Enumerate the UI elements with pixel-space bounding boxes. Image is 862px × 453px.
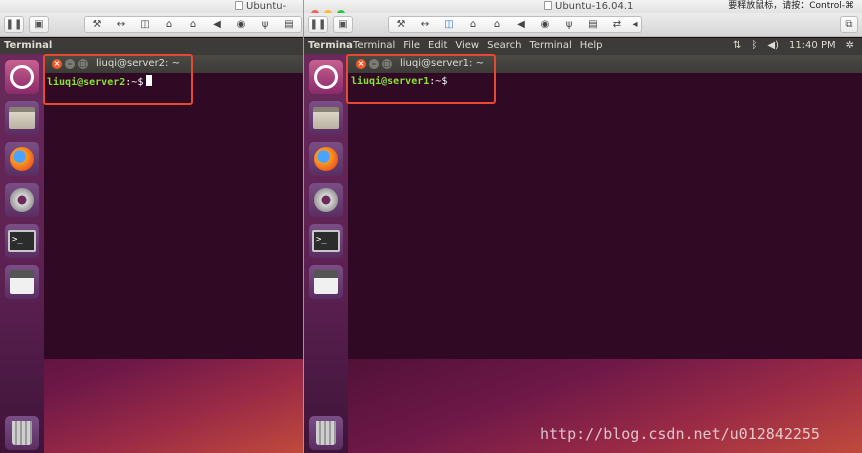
system-settings-icon[interactable]: [309, 183, 343, 217]
device-toolbar: ⚒ ↔ ◫ ⌂ ⌂ ◀ ◉ ψ ▤ ⇄ ◂: [388, 16, 642, 33]
network-arrows-icon[interactable]: ↔: [109, 17, 133, 32]
app-menu-bar: Terminal File Edit View Search Terminal …: [353, 38, 603, 54]
active-app-name: Terminal: [4, 40, 53, 51]
network-arrows-icon[interactable]: ↔: [413, 17, 437, 32]
cd-drive-icon[interactable]: ◫: [437, 17, 461, 32]
system-settings-icon[interactable]: [5, 183, 39, 217]
usb-icon[interactable]: ψ: [557, 17, 581, 32]
indicator-area: ⇅ ᛒ ◀) 11:40 PM ✲: [733, 38, 854, 54]
device-toolbar: ⚒ ↔ ◫ ⌂ ⌂ ◀ ◉ ψ ▤: [84, 16, 302, 33]
firefox-icon[interactable]: [5, 142, 39, 176]
bluetooth-icon[interactable]: ᛒ: [751, 38, 757, 54]
clock[interactable]: 11:40 PM: [789, 38, 836, 54]
more-arrow-icon[interactable]: ◂: [629, 17, 641, 32]
speaker-icon[interactable]: ◀: [205, 17, 229, 32]
camera-icon[interactable]: ◉: [229, 17, 253, 32]
files-icon[interactable]: [309, 101, 343, 135]
window-title: Ubuntu-16.04.1: [544, 0, 633, 13]
menu-edit[interactable]: Edit: [428, 38, 447, 54]
unity-launcher: >_: [0, 54, 44, 453]
hard-disk-2-icon[interactable]: ⌂: [181, 17, 205, 32]
vm-window-left: Ubuntu-16.04 ❚❚ ▣ ⚒ ↔ ◫ ⌂ ⌂ ◀ ◉ ψ ▤ Term…: [0, 0, 303, 453]
cd-drive-icon[interactable]: ◫: [133, 17, 157, 32]
vm-toolbar: ❚❚ ▣ ⚒ ↔ ◫ ⌂ ⌂ ◀ ◉ ψ ▤ ⇄ ◂ ⧉: [304, 13, 862, 37]
menu-terminal[interactable]: Terminal: [353, 38, 395, 54]
settings-gear-icon[interactable]: ✲: [846, 38, 854, 54]
mouse-release-hint: 要释放鼠标，请按：Control-⌘: [728, 1, 854, 11]
vm-toolbar: ❚❚ ▣ ⚒ ↔ ◫ ⌂ ⌂ ◀ ◉ ψ ▤: [0, 13, 303, 37]
window-mode-button[interactable]: ⧉: [840, 16, 858, 33]
pause-button[interactable]: ❚❚: [4, 16, 24, 33]
highlight-box: [346, 54, 496, 104]
terminal-launcher-icon[interactable]: >_: [5, 224, 39, 258]
trash-icon[interactable]: [5, 416, 39, 450]
hard-disk-2-icon[interactable]: ⌂: [485, 17, 509, 32]
terminal-body[interactable]: liuqi@server1:~$: [348, 73, 862, 359]
ubuntu-top-panel: Terminal: [0, 38, 303, 54]
menu-file[interactable]: File: [403, 38, 420, 54]
unity-launcher: >_: [304, 54, 348, 453]
ubuntu-dash-icon[interactable]: [5, 60, 39, 94]
usb-icon[interactable]: ψ: [253, 17, 277, 32]
mac-title-bar: Ubuntu-16.04: [0, 0, 303, 25]
snapshot-button[interactable]: ▣: [29, 16, 49, 33]
camera-icon[interactable]: ◉: [533, 17, 557, 32]
terminal-launcher-icon[interactable]: >_: [309, 224, 343, 258]
menu-search[interactable]: Search: [487, 38, 521, 54]
terminal-body[interactable]: liuqi@server2:~$: [44, 73, 303, 359]
active-app-name: Termina: [308, 40, 353, 51]
trash-icon[interactable]: [309, 416, 343, 450]
disks-icon[interactable]: [5, 265, 39, 299]
files-icon[interactable]: [5, 101, 39, 135]
hard-disk-icon[interactable]: ⌂: [157, 17, 181, 32]
volume-icon[interactable]: ◀): [767, 38, 779, 54]
resize-icon[interactable]: ⇄: [605, 17, 629, 32]
firefox-icon[interactable]: [309, 142, 343, 176]
disks-icon[interactable]: [309, 265, 343, 299]
ubuntu-dash-icon[interactable]: [309, 60, 343, 94]
save-icon[interactable]: ▤: [581, 17, 605, 32]
ubuntu-top-panel: Termina Terminal File Edit View Search T…: [304, 38, 862, 54]
menu-terminal-2[interactable]: Terminal: [529, 38, 571, 54]
document-icon: [544, 1, 552, 10]
snapshot-button[interactable]: ▣: [333, 16, 353, 33]
wrench-icon[interactable]: ⚒: [389, 17, 413, 32]
speaker-icon[interactable]: ◀: [509, 17, 533, 32]
menu-view[interactable]: View: [455, 38, 479, 54]
hard-disk-icon[interactable]: ⌂: [461, 17, 485, 32]
menu-help[interactable]: Help: [580, 38, 603, 54]
vm-window-right: Ubuntu-16.04.1 要释放鼠标，请按：Control-⌘ ❚❚ ▣ ⚒…: [303, 0, 862, 453]
watermark: http://blog.csdn.net/u012842255: [540, 425, 820, 443]
wrench-icon[interactable]: ⚒: [85, 17, 109, 32]
highlight-box: [43, 54, 193, 105]
pause-button[interactable]: ❚❚: [308, 16, 328, 33]
document-icon: [235, 1, 243, 10]
network-transfer-icon[interactable]: ⇅: [733, 38, 741, 54]
save-icon[interactable]: ▤: [277, 17, 301, 32]
mac-title-bar: Ubuntu-16.04.1 要释放鼠标，请按：Control-⌘: [304, 0, 862, 18]
